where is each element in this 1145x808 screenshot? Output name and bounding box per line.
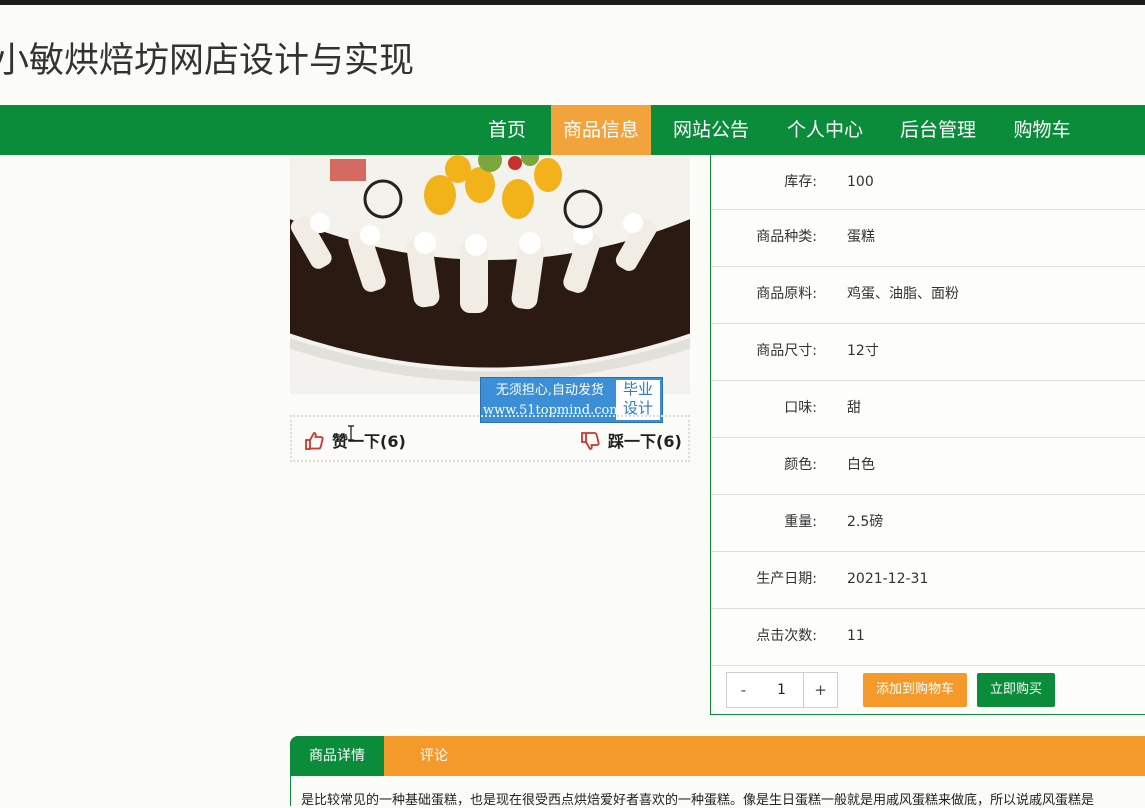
add-to-cart-button[interactable]: 添加到购物车 — [863, 673, 967, 707]
detail-label: 生产日期: — [756, 571, 817, 587]
detail-row: 重量: 2.5磅 — [711, 495, 1145, 552]
thumbs-down-icon — [580, 431, 600, 455]
product-detail-panel: 库存: 100 商品种类: 蛋糕 商品原料: 鸡蛋、油脂、面粉 商品尺寸: 12… — [710, 155, 1145, 715]
detail-row: 口味: 甜 — [711, 381, 1145, 438]
detail-row: 商品种类: 蛋糕 — [711, 210, 1145, 267]
detail-value: 鸡蛋、油脂、面粉 — [847, 286, 959, 302]
nav-home[interactable]: 首页 — [476, 105, 538, 155]
nav-cart[interactable]: 购物车 — [1002, 105, 1082, 155]
nav-products[interactable]: 商品信息 — [551, 105, 651, 155]
detail-row: 商品原料: 鸡蛋、油脂、面粉 — [711, 267, 1145, 324]
dislike-button[interactable]: 踩一下(6) — [580, 428, 682, 455]
detail-row: 点击次数: 11 — [711, 609, 1145, 666]
tab-product-details[interactable]: 商品详情 — [290, 736, 384, 776]
dislike-label: 踩一下(6) — [608, 432, 682, 451]
detail-label: 点击次数: — [756, 628, 817, 644]
nav-announcements[interactable]: 网站公告 — [661, 105, 761, 155]
product-image[interactable] — [290, 155, 690, 394]
watermark-side-1: 毕业 — [622, 380, 653, 398]
nav-admin[interactable]: 后台管理 — [888, 105, 988, 155]
detail-value: 12寸 — [847, 343, 879, 359]
thumbs-up-icon — [304, 431, 324, 455]
product-description: 是比较常见的一种基础蛋糕，也是现在很受西点烘焙爱好者喜欢的一种蛋糕。像是生日蛋糕… — [301, 793, 1095, 808]
detail-value: 11 — [847, 628, 865, 644]
detail-label: 商品原料: — [756, 286, 817, 302]
tab-comments[interactable]: 评论 — [390, 736, 478, 776]
quantity-increase-button[interactable]: + — [803, 672, 838, 708]
text-cursor-icon — [347, 425, 355, 445]
main-nav: 首页 商品信息 网站公告 个人中心 后台管理 购物车 — [0, 105, 1145, 155]
detail-value: 2.5磅 — [847, 514, 884, 530]
nav-user-center[interactable]: 个人中心 — [775, 105, 875, 155]
detail-value: 白色 — [847, 457, 875, 473]
detail-label: 重量: — [784, 514, 817, 530]
detail-label: 库存: — [784, 174, 817, 190]
detail-label: 口味: — [784, 400, 817, 416]
watermark-slogan: 无须担心,自动发货 — [495, 383, 605, 398]
detail-row: 商品尺寸: 12寸 — [711, 324, 1145, 381]
detail-row: 颜色: 白色 — [711, 438, 1145, 495]
like-label: 赞一下(6) — [332, 432, 406, 451]
detail-row: 库存: 100 — [711, 155, 1145, 210]
detail-value: 蛋糕 — [847, 229, 875, 245]
site-title: 小敏烘焙坊网店设计与实现 — [0, 41, 415, 81]
buy-now-button[interactable]: 立即购买 — [977, 673, 1055, 707]
detail-label: 商品种类: — [756, 229, 817, 245]
detail-row: 生产日期: 2021-12-31 — [711, 552, 1145, 609]
detail-label: 颜色: — [784, 457, 817, 473]
detail-value: 100 — [847, 174, 874, 190]
detail-label: 商品尺寸: — [756, 343, 817, 359]
quantity-input[interactable]: 1 — [760, 672, 803, 708]
detail-value: 甜 — [847, 400, 861, 416]
detail-tabs: 商品详情 评论 — [290, 736, 1145, 776]
detail-value: 2021-12-31 — [847, 571, 929, 587]
top-border — [0, 0, 1145, 5]
quantity-decrease-button[interactable]: - — [726, 672, 761, 708]
